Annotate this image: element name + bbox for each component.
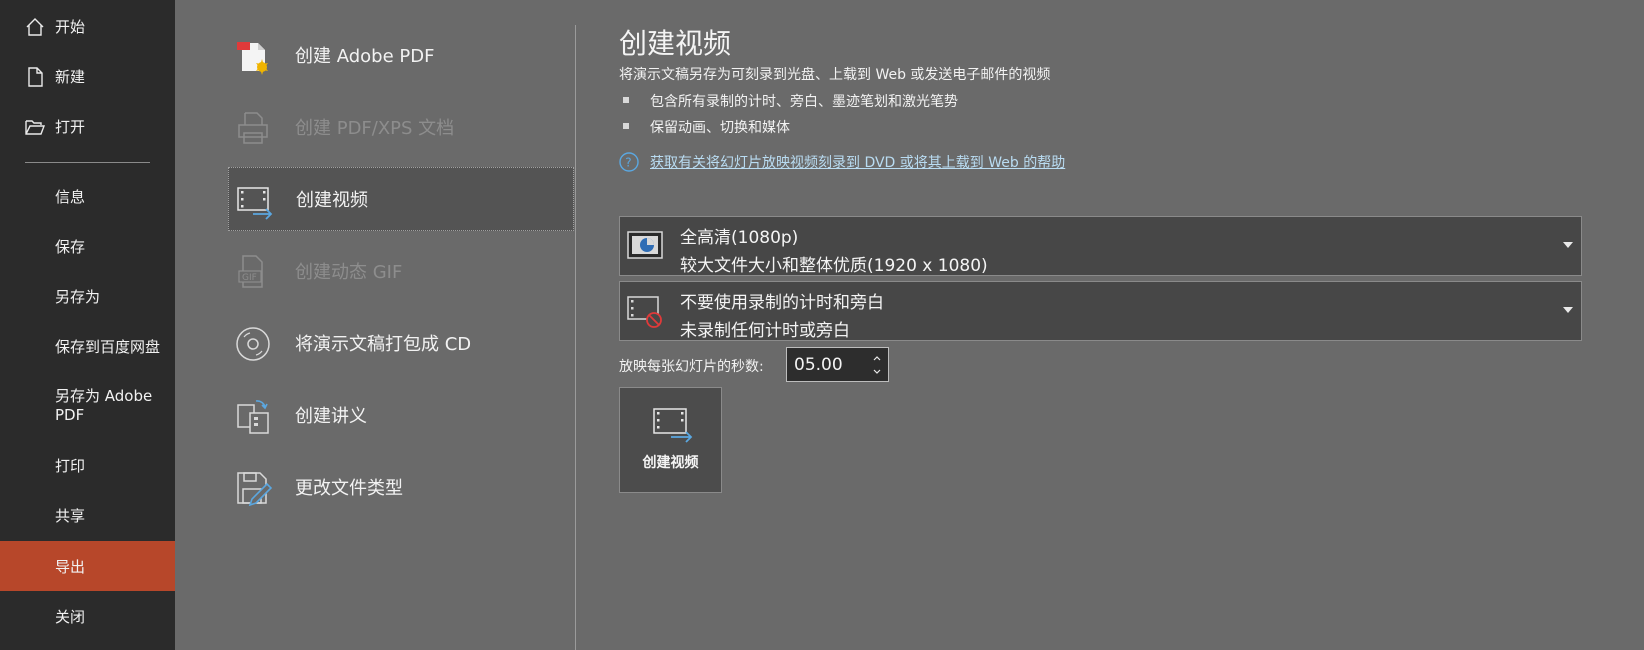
gif-icon: GIF — [238, 255, 263, 288]
option-create-video-label: 创建视频 — [296, 190, 368, 211]
quality-title: 全高清(1080p) — [680, 228, 799, 248]
timings-subtitle: 未录制任何计时或旁白 — [680, 321, 850, 341]
bullet-text: 包含所有录制的计时、旁白、墨迹笔划和激光笔势 — [650, 94, 958, 110]
quality-dropdown[interactable]: 全高清(1080p) 较大文件大小和整体优质(1920 x 1080) — [619, 216, 1582, 276]
seconds-label: 放映每张幻灯片的秒数: — [619, 359, 764, 375]
panel-description: 将演示文稿另存为可刻录到光盘、上载到 Web 或发送电子邮件的视频 — [619, 67, 1051, 83]
nav-info[interactable]: 信息 — [0, 171, 175, 221]
nav-home[interactable]: 开始 — [0, 1, 175, 51]
create-video-button-label: 创建视频 — [642, 455, 699, 471]
monitor-quality-icon — [627, 231, 663, 259]
seconds-value[interactable]: 05.00 — [794, 355, 843, 375]
chevron-down-icon — [1563, 307, 1573, 313]
help-link[interactable]: 获取有关将幻灯片放映视频刻录到 DVD 或将其上载到 Web 的帮助 — [650, 152, 1065, 172]
option-create-pdf-xps-label: 创建 PDF/XPS 文档 — [295, 118, 455, 139]
nav-export[interactable]: 导出 — [0, 541, 175, 591]
nav-save-as[interactable]: 另存为 — [0, 271, 175, 321]
option-package-cd[interactable]: 将演示文稿打包成 CD — [228, 311, 574, 375]
folder-open-icon — [25, 120, 46, 135]
option-create-handouts-label: 创建讲义 — [295, 406, 367, 427]
option-create-video[interactable]: 创建视频 — [228, 167, 574, 231]
nav-save-as-label: 另存为 — [55, 287, 101, 306]
help-question-icon: ? — [619, 152, 639, 172]
timings-title: 不要使用录制的计时和旁白 — [680, 293, 884, 313]
option-create-gif[interactable]: GIF 创建动态 GIF — [228, 239, 574, 303]
nav-print-label: 打印 — [55, 456, 86, 475]
bullet-marker — [623, 123, 629, 129]
timings-dropdown[interactable]: 不要使用录制的计时和旁白 未录制任何计时或旁白 — [619, 281, 1582, 341]
option-create-adobe-pdf-label: 创建 Adobe PDF — [295, 46, 435, 67]
nav-open-label: 打开 — [55, 117, 86, 136]
backstage-nav: 开始 新建 打开 信息 保存 另存为 保存到百度网盘 另存为 Adobe PDF… — [0, 0, 175, 650]
chevron-up-icon[interactable] — [870, 351, 884, 365]
handouts-icon — [237, 400, 269, 434]
nav-share-label: 共享 — [55, 506, 86, 525]
option-change-file-type[interactable]: 更改文件类型 — [228, 455, 574, 519]
option-create-gif-label: 创建动态 GIF — [295, 262, 403, 283]
nav-print[interactable]: 打印 — [0, 440, 175, 490]
nav-save-as-adobe-pdf[interactable]: 另存为 Adobe PDF — [0, 377, 175, 437]
chevron-down-icon — [1563, 242, 1573, 248]
quality-subtitle: 较大文件大小和整体优质(1920 x 1080) — [680, 256, 988, 276]
nav-new-label: 新建 — [55, 67, 86, 86]
pdf-xps-icon — [238, 112, 268, 144]
nav-save-label: 保存 — [55, 237, 86, 256]
svg-text:?: ? — [625, 156, 631, 170]
nav-save-to-baidu[interactable]: 保存到百度网盘 — [0, 321, 175, 371]
nav-save-to-baidu-label: 保存到百度网盘 — [55, 337, 161, 356]
video-film-icon — [237, 187, 273, 220]
nav-share[interactable]: 共享 — [0, 490, 175, 540]
option-create-pdf-xps[interactable]: 创建 PDF/XPS 文档 — [228, 95, 574, 159]
nav-home-label: 开始 — [55, 17, 86, 36]
no-timings-icon — [627, 296, 662, 328]
create-video-button[interactable]: 创建视频 — [619, 387, 722, 493]
home-icon — [26, 18, 44, 36]
new-document-icon — [28, 67, 43, 87]
nav-save[interactable]: 保存 — [0, 221, 175, 271]
bullet-marker — [623, 97, 629, 103]
nav-new[interactable]: 新建 — [0, 51, 175, 101]
panel-title: 创建视频 — [619, 27, 732, 60]
nav-open[interactable]: 打开 — [0, 101, 175, 151]
option-create-adobe-pdf[interactable]: 创建 Adobe PDF — [228, 23, 574, 87]
cd-icon — [236, 327, 270, 361]
option-create-handouts[interactable]: 创建讲义 — [228, 383, 574, 447]
option-change-file-type-label: 更改文件类型 — [295, 478, 403, 499]
seconds-stepper[interactable]: 05.00 — [786, 347, 889, 382]
nav-close-label: 关闭 — [55, 607, 86, 626]
nav-save-as-adobe-pdf-label: 另存为 Adobe PDF — [55, 387, 153, 424]
adobe-pdf-icon — [237, 42, 268, 75]
column-divider — [575, 25, 576, 650]
nav-export-label: 导出 — [55, 557, 86, 576]
save-edit-icon — [237, 472, 272, 507]
option-package-cd-label: 将演示文稿打包成 CD — [295, 334, 472, 355]
nav-info-label: 信息 — [55, 187, 86, 206]
nav-close[interactable]: 关闭 — [0, 591, 175, 641]
video-film-icon — [653, 408, 693, 443]
svg-text:GIF: GIF — [242, 273, 257, 283]
help-row: ? 获取有关将幻灯片放映视频刻录到 DVD 或将其上载到 Web 的帮助 — [619, 152, 1065, 172]
bullet-text: 保留动画、切换和媒体 — [650, 120, 790, 136]
nav-divider — [25, 162, 150, 163]
chevron-down-icon[interactable] — [870, 365, 884, 379]
